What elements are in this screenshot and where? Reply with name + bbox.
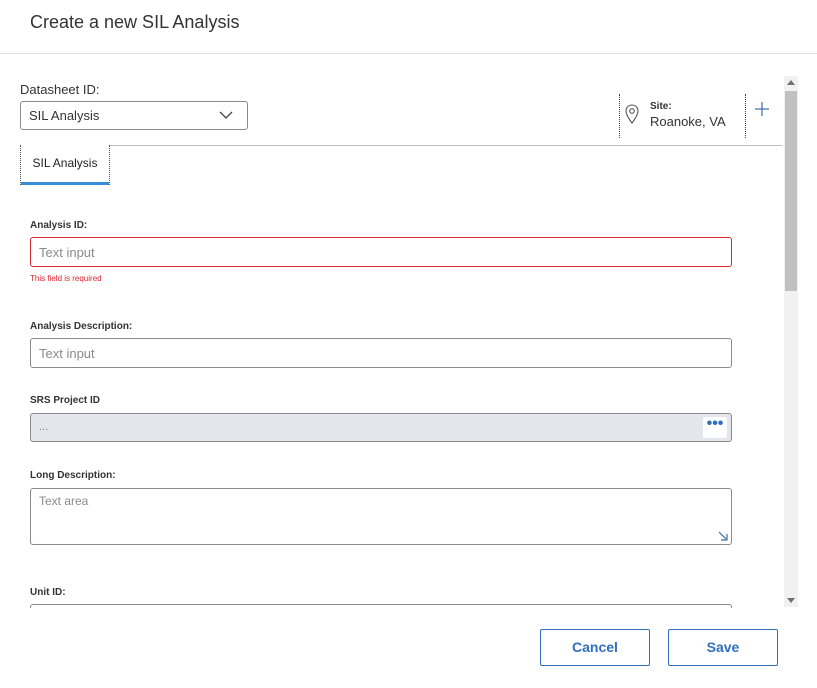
analysis-description-input[interactable]: [30, 338, 732, 368]
scroll-thumb[interactable]: [785, 91, 797, 291]
srs-project-id-label: SRS Project ID: [30, 395, 101, 406]
datasheet-label: Datasheet ID:: [20, 82, 100, 97]
tab-sil-analysis[interactable]: SIL Analysis: [20, 145, 110, 185]
tab-bar-divider: [20, 145, 782, 146]
scroll-up-icon[interactable]: [787, 80, 795, 85]
dialog-header: Create a new SIL Analysis: [0, 0, 817, 54]
site-label: Site:: [650, 101, 672, 112]
srs-project-lookup-button[interactable]: •••: [703, 416, 727, 438]
map-pin-icon: [625, 104, 639, 124]
datasheet-selected-value: SIL Analysis: [29, 108, 100, 123]
long-description-box: [30, 488, 732, 545]
long-description-label: Long Description:: [30, 470, 116, 481]
long-description-textarea[interactable]: [31, 489, 731, 544]
srs-project-id-field: ... •••: [30, 413, 732, 442]
save-button[interactable]: Save: [668, 629, 778, 666]
plus-icon[interactable]: [754, 101, 770, 117]
tab-label: SIL Analysis: [32, 156, 98, 170]
cancel-button[interactable]: Cancel: [540, 629, 650, 666]
scroll-down-icon[interactable]: [787, 598, 795, 603]
form-scrollbar[interactable]: [784, 76, 798, 607]
analysis-id-error: This field is required: [30, 274, 102, 283]
chevron-down-icon: [219, 111, 233, 119]
unit-id-label: Unit ID:: [30, 587, 66, 598]
analysis-id-input[interactable]: [30, 237, 732, 267]
analysis-description-label: Analysis Description:: [30, 321, 133, 332]
site-selector[interactable]: Site: Roanoke, VA: [619, 94, 746, 138]
srs-project-id-value: ...: [39, 421, 49, 433]
resize-handle-icon[interactable]: [718, 531, 728, 541]
unit-id-input[interactable]: [30, 604, 732, 608]
datasheet-select[interactable]: SIL Analysis: [20, 101, 248, 130]
analysis-id-label: Analysis ID:: [30, 220, 88, 231]
dialog-title: Create a new SIL Analysis: [30, 12, 240, 32]
site-value: Roanoke, VA: [650, 114, 726, 129]
